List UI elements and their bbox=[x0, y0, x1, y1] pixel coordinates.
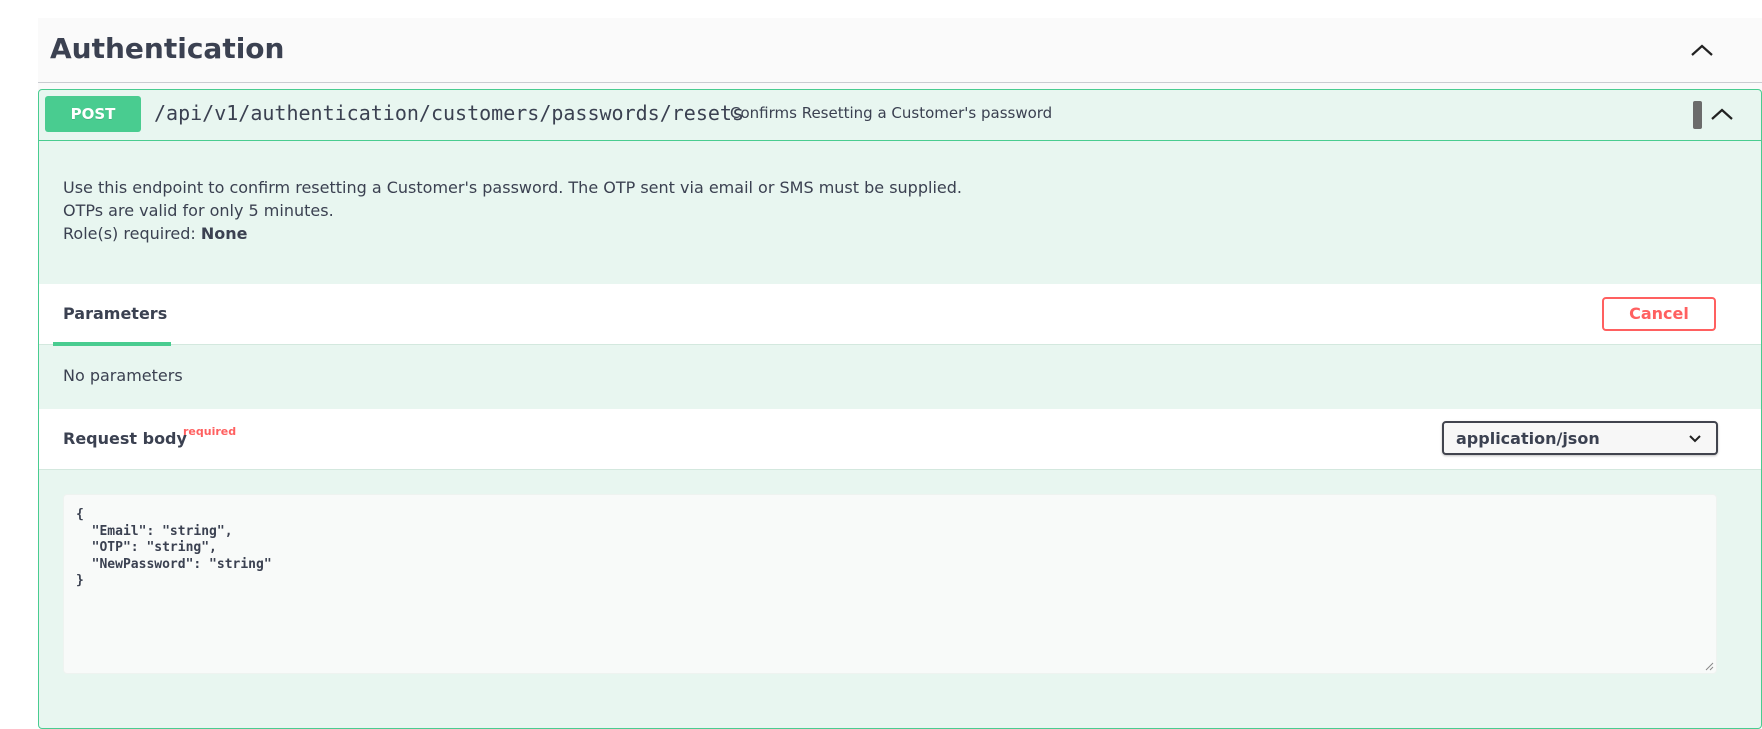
roles-label: Role(s) required: bbox=[63, 224, 201, 243]
content-type-value: application/json bbox=[1456, 429, 1600, 448]
method-badge: POST bbox=[45, 96, 141, 132]
authentication-section: Authentication POST /api/v1/authenticati… bbox=[38, 18, 1762, 729]
request-body-editor[interactable]: { "Email": "string", "OTP": "string", "N… bbox=[63, 494, 1717, 674]
endpoint-summary-text: Confirms Resetting a Customer's password bbox=[730, 104, 1053, 122]
chevron-up-icon bbox=[1691, 44, 1713, 56]
post-endpoint-block: POST /api/v1/authentication/customers/pa… bbox=[38, 89, 1762, 729]
chevron-down-icon bbox=[1689, 435, 1701, 443]
roles-required: Role(s) required: None bbox=[63, 222, 1663, 245]
parameters-header: Parameters Cancel bbox=[39, 284, 1761, 346]
chevron-up-icon bbox=[1711, 108, 1733, 120]
content-type-select[interactable]: application/json bbox=[1442, 421, 1718, 455]
cancel-button[interactable]: Cancel bbox=[1602, 297, 1716, 331]
resize-handle-icon[interactable] bbox=[1704, 661, 1714, 671]
required-badge: required bbox=[183, 425, 237, 438]
tab-parameters[interactable]: Parameters bbox=[53, 284, 171, 346]
section-header[interactable]: Authentication bbox=[38, 18, 1762, 83]
endpoint-collapse-button[interactable] bbox=[1707, 102, 1737, 126]
description-line: OTPs are valid for only 5 minutes. bbox=[63, 201, 334, 220]
request-body-title: Request body bbox=[63, 429, 187, 448]
roles-value: None bbox=[200, 224, 248, 243]
no-parameters-text: No parameters bbox=[63, 366, 183, 385]
section-toggle-button[interactable] bbox=[1686, 36, 1718, 64]
section-title: Authentication bbox=[50, 32, 285, 65]
description-line: Use this endpoint to confirm resetting a… bbox=[63, 178, 962, 197]
request-body-example[interactable]: { "Email": "string", "OTP": "string", "N… bbox=[76, 507, 272, 590]
request-body-header: Request body required application/json bbox=[39, 409, 1761, 470]
authorize-lock-button[interactable] bbox=[1693, 101, 1702, 129]
endpoint-description: Use this endpoint to confirm resetting a… bbox=[63, 176, 1663, 245]
endpoint-path[interactable]: /api/v1/authentication/customers/passwor… bbox=[154, 101, 744, 125]
tab-parameters-label: Parameters bbox=[63, 304, 168, 323]
endpoint-summary[interactable]: POST /api/v1/authentication/customers/pa… bbox=[39, 90, 1761, 141]
